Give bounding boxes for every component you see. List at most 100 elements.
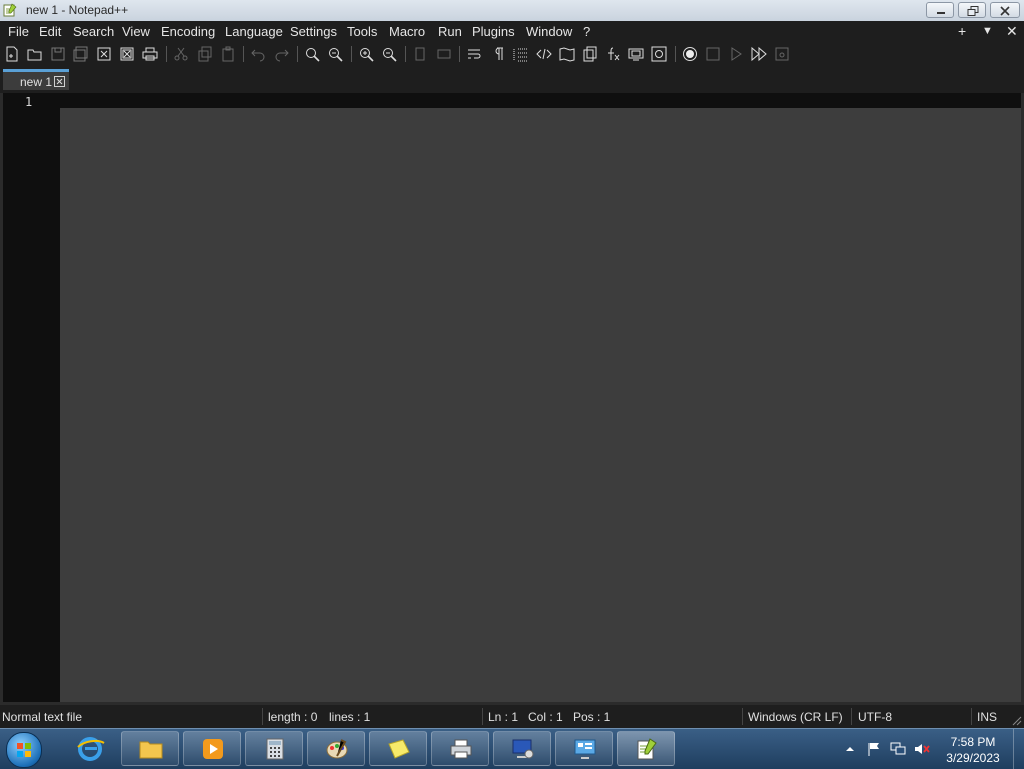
status-position: Pos : 1: [573, 710, 611, 724]
redo-icon[interactable]: [274, 46, 290, 62]
menu-macro[interactable]: Macro: [389, 24, 425, 39]
network-icon[interactable]: [890, 741, 906, 757]
windows-logo-icon: [17, 743, 31, 757]
document-list-icon[interactable]: [582, 46, 598, 62]
menu-encoding[interactable]: Encoding: [161, 24, 215, 39]
status-encoding[interactable]: UTF-8: [858, 710, 892, 724]
menu-window[interactable]: Window: [526, 24, 572, 39]
taskbar-media-player[interactable]: [183, 731, 241, 766]
status-column: Col : 1: [528, 710, 563, 724]
taskbar-sticky-notes[interactable]: [369, 731, 427, 766]
monitoring-icon[interactable]: [651, 46, 667, 62]
tab-strip: new 1: [0, 66, 1024, 93]
show-desktop-button[interactable]: [1013, 729, 1024, 769]
status-length: length : 0: [268, 710, 318, 724]
document-map-icon[interactable]: [559, 46, 575, 62]
taskbar-printers[interactable]: [431, 731, 489, 766]
toolbar: [0, 42, 1024, 66]
menu-bar: File Edit Search View Encoding Language …: [0, 21, 1024, 42]
taskbar-file-explorer[interactable]: [121, 731, 179, 766]
close-all-icon[interactable]: [119, 46, 135, 62]
taskbar-paint[interactable]: [307, 731, 365, 766]
toolbar-separator: [675, 46, 676, 62]
status-file-type: Normal text file: [2, 710, 83, 724]
action-center-flag-icon[interactable]: [866, 741, 882, 757]
word-wrap-icon[interactable]: [466, 46, 482, 62]
tab-new-1[interactable]: new 1: [3, 69, 69, 90]
internet-explorer-icon[interactable]: [74, 733, 106, 765]
line-number-gutter[interactable]: 1: [3, 93, 60, 702]
status-lines: lines : 1: [329, 710, 371, 724]
cut-icon[interactable]: [173, 46, 189, 62]
new-tab-button[interactable]: +: [958, 23, 966, 39]
paint-palette-icon: [326, 739, 348, 759]
start-button[interactable]: [6, 732, 42, 768]
menu-tools[interactable]: Tools: [347, 24, 377, 39]
taskbar-remote-desktop[interactable]: [493, 731, 551, 766]
zoom-in-icon[interactable]: [358, 46, 374, 62]
tab-close-icon[interactable]: [54, 76, 65, 87]
print-icon[interactable]: [142, 46, 158, 62]
restore-button[interactable]: [958, 2, 986, 18]
close-file-icon[interactable]: [96, 46, 112, 62]
line-number: 1: [25, 95, 33, 109]
volume-muted-icon[interactable]: [914, 741, 930, 757]
notepadpp-icon: [637, 738, 657, 760]
xml-tags-icon[interactable]: [536, 46, 552, 62]
remote-desktop-icon: [512, 739, 534, 759]
sync-vertical-icon[interactable]: [412, 46, 428, 62]
open-file-icon[interactable]: [27, 46, 43, 62]
editor-pane[interactable]: 1: [3, 93, 1021, 702]
menu-help[interactable]: ?: [583, 24, 590, 39]
clock-date: 3/29/2023: [946, 751, 1000, 765]
status-insert-mode[interactable]: INS: [977, 710, 997, 724]
run-macro-multiple-icon[interactable]: [751, 46, 767, 62]
function-list-icon[interactable]: [605, 46, 621, 62]
indent-guide-icon[interactable]: [513, 46, 529, 62]
system-clock[interactable]: 7:58 PM 3/29/2023: [935, 734, 1011, 766]
minimize-icon: [937, 12, 945, 14]
menu-run[interactable]: Run: [438, 24, 462, 39]
new-file-icon[interactable]: [4, 46, 20, 62]
current-line-highlight[interactable]: [60, 93, 1021, 108]
title-bar: new 1 - Notepad++: [0, 0, 1024, 22]
close-tab-button[interactable]: ✕: [1006, 23, 1018, 40]
save-all-icon[interactable]: [73, 46, 89, 62]
status-eol[interactable]: Windows (CR LF): [748, 710, 843, 724]
status-separator: [851, 708, 852, 725]
playback-macro-icon[interactable]: [728, 46, 744, 62]
taskbar-notepadpp[interactable]: [617, 731, 675, 766]
menu-file[interactable]: File: [8, 24, 29, 39]
menu-language[interactable]: Language: [225, 24, 283, 39]
taskbar: 7:58 PM 3/29/2023: [0, 728, 1024, 769]
sticky-notes-icon: [388, 739, 410, 759]
menu-search[interactable]: Search: [73, 24, 114, 39]
status-separator: [742, 708, 743, 725]
copy-icon[interactable]: [197, 46, 213, 62]
taskbar-calculator[interactable]: [245, 731, 303, 766]
save-macro-icon[interactable]: [774, 46, 790, 62]
close-button[interactable]: [990, 2, 1020, 18]
zoom-out-icon[interactable]: [381, 46, 397, 62]
undo-icon[interactable]: [250, 46, 266, 62]
resize-grip-icon[interactable]: [1012, 715, 1022, 726]
sync-horizontal-icon[interactable]: [436, 46, 452, 62]
show-all-characters-icon[interactable]: [490, 46, 506, 62]
save-icon[interactable]: [50, 46, 66, 62]
paste-icon[interactable]: [220, 46, 236, 62]
record-macro-icon[interactable]: [682, 46, 698, 62]
find-icon[interactable]: [304, 46, 320, 62]
minimize-button[interactable]: [926, 2, 954, 18]
show-hidden-icons-icon[interactable]: [845, 743, 855, 753]
menu-plugins[interactable]: Plugins: [472, 24, 515, 39]
stop-recording-icon[interactable]: [705, 46, 721, 62]
tab-list-dropdown[interactable]: ▼: [982, 25, 993, 37]
folder-as-workspace-icon[interactable]: [628, 46, 644, 62]
menu-view[interactable]: View: [122, 24, 150, 39]
menu-settings[interactable]: Settings: [290, 24, 337, 39]
text-area[interactable]: [60, 108, 1021, 702]
replace-icon[interactable]: [327, 46, 343, 62]
status-bar: Normal text file length : 0 lines : 1 Ln…: [0, 705, 1024, 728]
menu-edit[interactable]: Edit: [39, 24, 61, 39]
taskbar-control-panel[interactable]: [555, 731, 613, 766]
